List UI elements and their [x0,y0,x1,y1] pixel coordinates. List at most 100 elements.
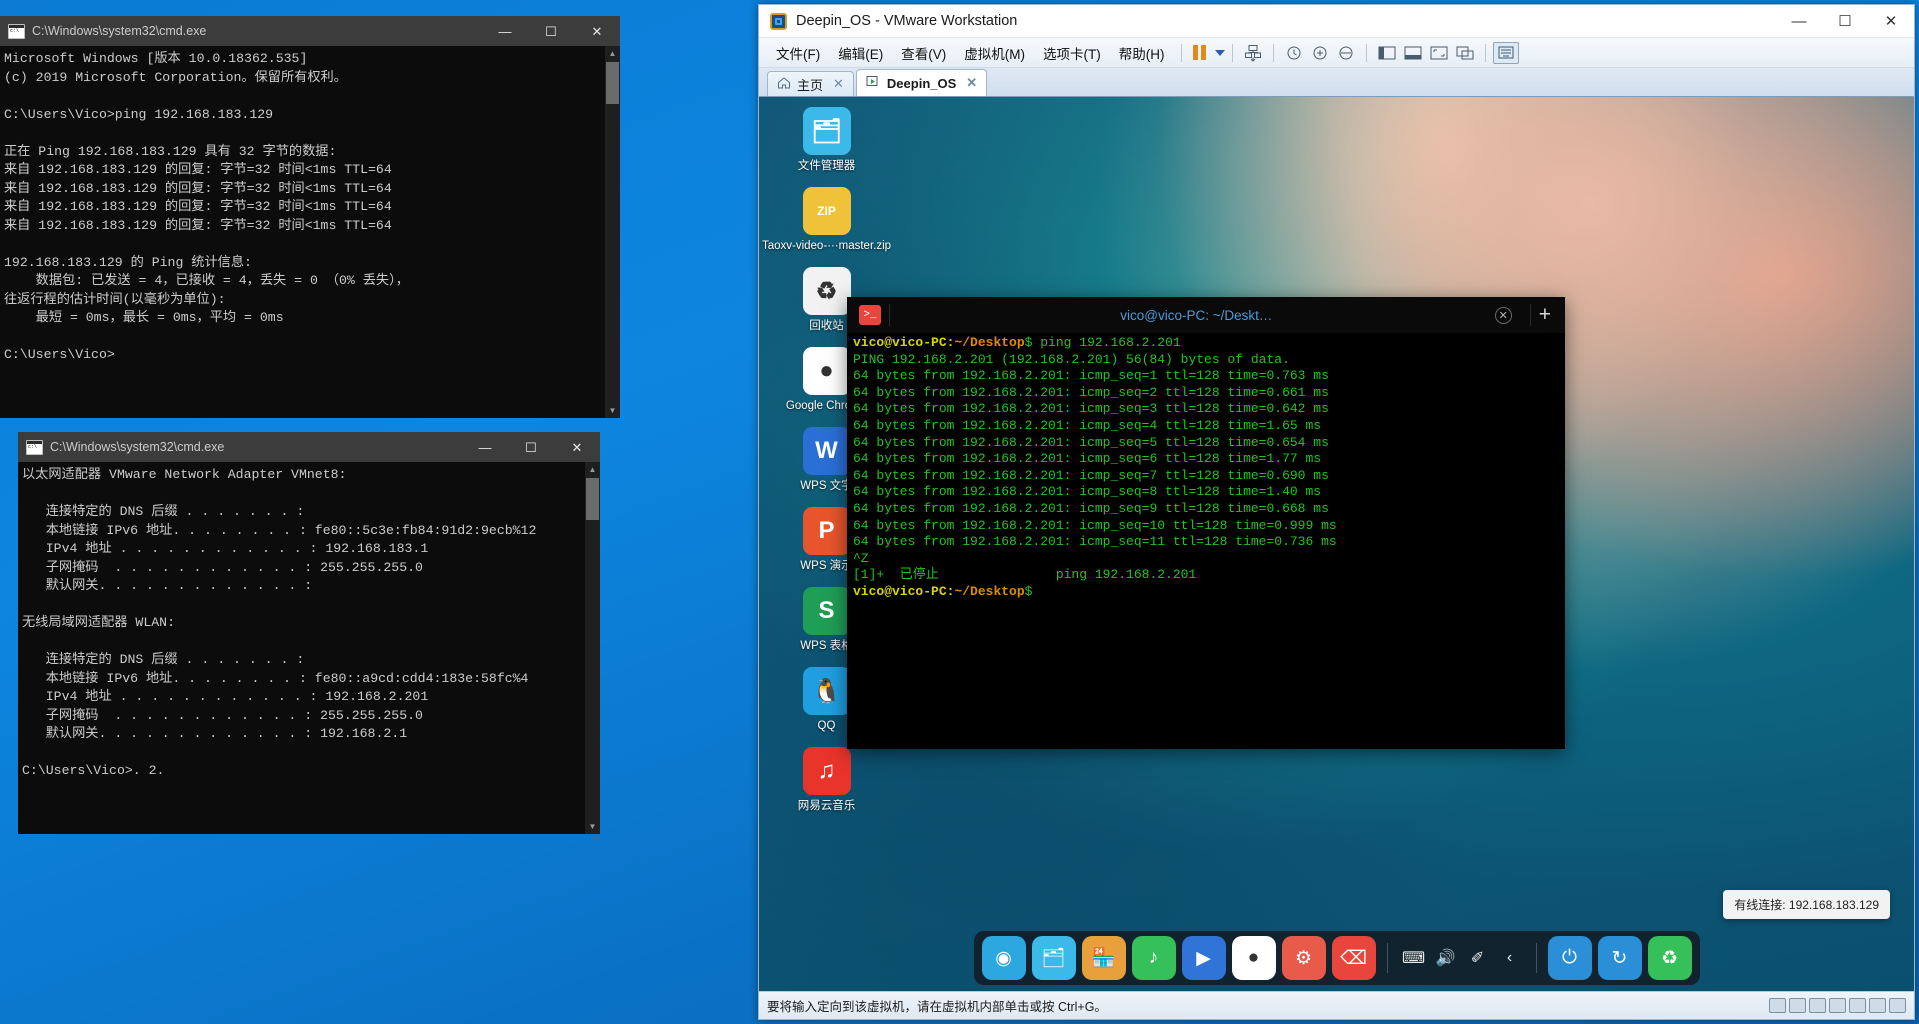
keyboard-icon[interactable]: ⌨ [1399,936,1429,980]
status-printer-icon[interactable] [1869,998,1886,1013]
panel-bottom-icon[interactable] [1400,42,1426,64]
terminal-tab-close-icon[interactable]: ✕ [1494,306,1512,324]
console-line: Microsoft Windows [版本 10.0.18362.535] [4,51,308,66]
vmware-maximize-button[interactable]: ☐ [1822,5,1868,38]
power-icon[interactable]: ⏻ [1547,936,1592,980]
unity-icon[interactable] [1452,42,1478,64]
send-ctrl-alt-del-icon[interactable] [1492,41,1519,64]
terminal-command: $ [1024,583,1033,599]
console-line: 数据包: 已发送 = 4，已接收 = 4，丢失 = 0 （0% 丢失）， [4,273,409,288]
deepin-terminal-window[interactable]: >_ vico@vico-PC: ~/Deskt… ✕ + vico@vico-… [847,297,1565,749]
cmd-window-1-maximize-button[interactable]: ☐ [528,16,574,46]
menu-tabs[interactable]: 选项卡(T) [1034,40,1110,66]
app-store-icon[interactable]: 🏪 [1081,936,1126,980]
desktop-icon-0[interactable]: 🗂 文件管理器 [759,107,894,173]
cmd-window-2-scrollbar[interactable]: ▲ ▼ [585,462,600,834]
cmd-window-2-close-button[interactable]: ✕ [554,432,600,462]
vmware-device-status-icons[interactable] [1769,998,1906,1013]
vmware-menubar[interactable]: 文件(F) 编辑(E) 查看(V) 虚拟机(M) 选项卡(T) 帮助(H) [759,38,1914,68]
dock-tray-list: ⌨ 🔊 ✐ ‹ [1399,936,1525,980]
status-display-icon[interactable] [1889,998,1906,1013]
terminal-line: 64 bytes from 192.168.2.201: icmp_seq=7 … [853,467,1329,483]
pause-icon[interactable] [1189,45,1210,60]
cmd-window-1[interactable]: C:\Windows\system32\cmd.exe — ☐ ✕ Micros… [0,16,620,418]
deepin-terminal-output[interactable]: vico@vico-PC:~/Desktop$ ping 192.168.2.2… [847,333,1565,603]
launcher-icon[interactable]: ◉ [981,936,1026,980]
cmd-window-2[interactable]: C:\Windows\system32\cmd.exe — ☐ ✕ 以太网适配器… [18,432,600,834]
cmd-window-2-console-output[interactable]: 以太网适配器 VMware Network Adapter VMnet8: 连接… [18,462,600,781]
snapshot-manager-icon[interactable] [1307,42,1333,64]
tab-home-close-button[interactable]: ✕ [833,76,844,92]
cmd-window-1-console-output[interactable]: Microsoft Windows [版本 10.0.18362.535] (c)… [0,46,620,365]
terminal-line: 64 bytes from 192.168.2.201: icmp_seq=5 … [853,434,1329,450]
revert-snapshot-icon[interactable] [1281,42,1307,64]
scroll-up-arrow-icon[interactable]: ▲ [605,46,620,61]
deepin-terminal-tabbar[interactable]: >_ vico@vico-PC: ~/Deskt… ✕ + [847,297,1565,333]
terminal-new-tab-icon[interactable]: + [1539,303,1551,327]
terminal-dock-icon[interactable]: ⌫ [1331,936,1376,980]
menu-edit[interactable]: 编辑(E) [829,40,892,66]
terminal-user: vico@vico-PC [853,583,947,599]
terminal-line: vico@vico-PC:~/Desktop$ ping 192.168.2.2… [853,335,1559,352]
desktop-icon-1[interactable]: ZIP Taoxv-video-···master.zip [759,187,894,253]
tab-deepin-os[interactable]: Deepin_OS ✕ [855,69,988,96]
status-network-icon[interactable] [1809,998,1826,1013]
terminal-tab-title[interactable]: vico@vico-PC: ~/Deskt… [898,308,1495,323]
vmware-tabbar[interactable]: 主页 ✕ Deepin_OS ✕ [759,68,1914,97]
dropdown-caret-icon[interactable] [1214,49,1225,56]
movie-icon[interactable]: ▶ [1181,936,1226,980]
scroll-down-arrow-icon[interactable]: ▼ [585,819,600,834]
status-sound-icon[interactable] [1849,998,1866,1013]
update-icon[interactable]: ↻ [1597,936,1642,980]
scroll-up-arrow-icon[interactable]: ▲ [585,462,600,477]
trash-dock-icon[interactable]: ♻ [1647,936,1692,980]
music-icon[interactable]: ♪ [1131,936,1176,980]
vmware-titlebar[interactable]: Deepin_OS - VMware Workstation — ☐ ✕ [759,5,1914,38]
console-line: 来自 192.168.183.129 的回复: 字节=32 时间<1ms TTL… [4,162,392,177]
toolbar-separator [1231,43,1233,62]
toolbar-separator [1484,43,1486,62]
chrome-dock-icon[interactable]: ● [1231,936,1276,980]
cmd-window-2-minimize-button[interactable]: — [462,432,508,462]
terminal-tab-divider [1529,304,1531,326]
console-line: 子网掩码 . . . . . . . . . . . . : 255.255.2… [22,559,423,575]
tab-deepin-os-close-button[interactable]: ✕ [966,75,977,91]
snapshot-icon[interactable] [1240,42,1266,64]
menu-help[interactable]: 帮助(H) [1110,40,1174,66]
network-icon[interactable]: ✐ [1463,936,1493,980]
status-usb-icon[interactable] [1829,998,1846,1013]
console-line: C:\Users\Vico>. 2. [22,763,165,778]
vmware-close-button[interactable]: ✕ [1868,5,1914,38]
menu-vm[interactable]: 虚拟机(M) [955,40,1034,66]
cmd-window-1-minimize-button[interactable]: — [482,16,528,46]
vmware-minimize-button[interactable]: — [1776,5,1822,38]
fullscreen-icon[interactable] [1426,42,1452,64]
menu-file[interactable]: 文件(F) [767,40,829,66]
file-manager-dock-icon[interactable]: 🗂 [1031,936,1076,980]
status-harddisk-icon[interactable] [1769,998,1786,1013]
dock-separator [1386,943,1388,973]
cmd-window-1-scroll-thumb[interactable] [606,62,619,104]
status-cdrom-icon[interactable] [1789,998,1806,1013]
cmd-window-2-maximize-button[interactable]: ☐ [508,432,554,462]
cmd-window-1-titlebar[interactable]: C:\Windows\system32\cmd.exe — ☐ ✕ [0,16,620,46]
cmd-window-2-scroll-thumb[interactable] [586,478,599,520]
panel-left-icon[interactable] [1374,42,1400,64]
scroll-down-arrow-icon[interactable]: ▼ [605,403,620,418]
show-console-icon[interactable] [1333,42,1359,64]
desktop-icon-8[interactable]: ♫ 网易云音乐 [759,747,894,813]
vmware-workstation-window[interactable]: Deepin_OS - VMware Workstation — ☐ ✕ 文件(… [758,4,1915,1020]
menu-view[interactable]: 查看(V) [892,40,955,66]
deepin-guest-screen[interactable]: 🗂 文件管理器 ZIP Taoxv-video-···master.zip ♻ 回收站 ● G… [759,97,1914,991]
cmd-window-1-close-button[interactable]: ✕ [574,16,620,46]
tab-home[interactable]: 主页 ✕ [767,71,854,96]
volume-icon[interactable]: 🔊 [1431,936,1461,980]
deepin-dock[interactable]: ◉ 🗂 🏪 ♪ ▶ ● ⚙ ⌫ ⌨ 🔊 ✐ ‹ ⏻ ↻ ♻ [973,931,1700,985]
settings-icon[interactable]: ⚙ [1281,936,1326,980]
tray-expand-icon[interactable]: ‹ [1495,936,1525,980]
cmd-window-2-titlebar[interactable]: C:\Windows\system32\cmd.exe — ☐ ✕ [18,432,600,462]
terminal-line: 64 bytes from 192.168.2.201: icmp_seq=10… [853,517,1337,533]
console-line: C:\Users\Vico>ping 192.168.183.129 [4,106,274,122]
cmd-window-1-scrollbar[interactable]: ▲ ▼ [605,46,620,418]
